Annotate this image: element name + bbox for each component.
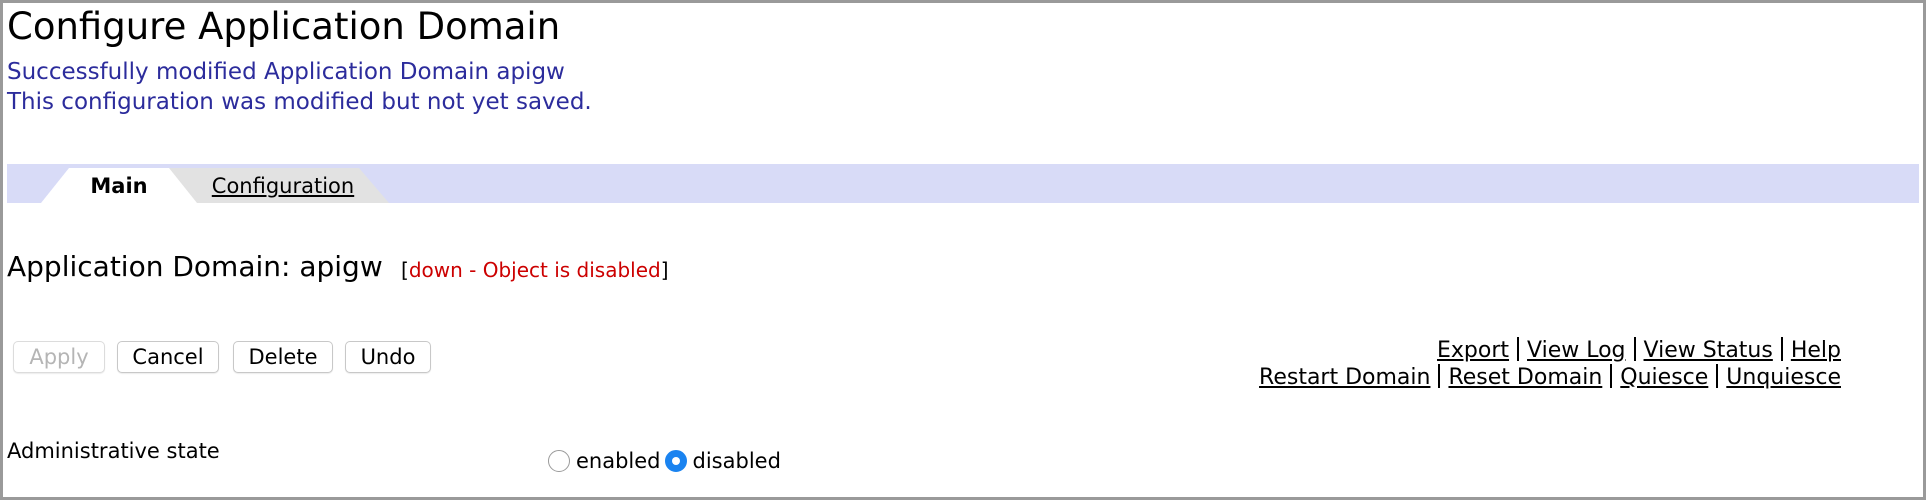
view-log-link[interactable]: View Log: [1527, 338, 1626, 363]
admin-state-label: Administrative state: [7, 439, 220, 463]
tab-configuration[interactable]: Configuration: [159, 168, 389, 203]
object-title: Application Domain: apigw: [7, 250, 383, 283]
restart-domain-link[interactable]: Restart Domain: [1259, 365, 1430, 390]
disabled-radio-label[interactable]: disabled: [693, 447, 781, 475]
unquiesce-link[interactable]: Unquiesce: [1726, 365, 1841, 390]
tab-configuration-label[interactable]: Configuration: [194, 174, 354, 198]
view-status-link[interactable]: View Status: [1644, 338, 1773, 363]
object-status: [down - Object is disabled]: [401, 257, 669, 283]
window-frame: Configure Application Domain Successfull…: [0, 0, 1926, 500]
quiesce-link[interactable]: Quiesce: [1620, 365, 1708, 390]
disabled-radio[interactable]: [664, 450, 687, 472]
cancel-button[interactable]: Cancel: [117, 341, 219, 373]
status-open-bracket: [: [401, 258, 409, 282]
enabled-radio-label[interactable]: enabled: [576, 447, 661, 475]
link-separator: [1633, 337, 1636, 361]
action-links-row-2: Restart Domain Reset Domain Quiesce Unquies…: [1259, 364, 1841, 391]
admin-state-radio-group: enabled disabled: [548, 447, 785, 475]
status-text: down - Object is disabled: [408, 258, 661, 282]
undo-button[interactable]: Undo: [345, 341, 431, 373]
success-message: Successfully modified Application Domain…: [7, 59, 565, 85]
status-close-bracket: ]: [660, 258, 669, 282]
export-link[interactable]: Export: [1437, 338, 1509, 363]
help-link[interactable]: Help: [1791, 338, 1841, 363]
reset-domain-link[interactable]: Reset Domain: [1448, 365, 1602, 390]
unsaved-message: This configuration was modified but not …: [7, 89, 592, 115]
link-separator: [1438, 364, 1441, 388]
link-separator: [1517, 337, 1520, 361]
page-title: Configure Application Domain: [7, 5, 561, 48]
apply-button[interactable]: Apply: [13, 341, 105, 373]
tab-main-label[interactable]: Main: [90, 174, 147, 198]
delete-button[interactable]: Delete: [233, 341, 333, 373]
tab-bar: Configuration Main: [7, 164, 1919, 203]
link-separator: [1716, 364, 1719, 388]
action-links: Export View Log View Status Help Restart Do…: [1259, 337, 1841, 391]
link-separator: [1610, 364, 1613, 388]
enabled-radio[interactable]: [548, 450, 570, 472]
link-separator: [1780, 337, 1783, 361]
action-links-row-1: Export View Log View Status Help: [1259, 337, 1841, 364]
